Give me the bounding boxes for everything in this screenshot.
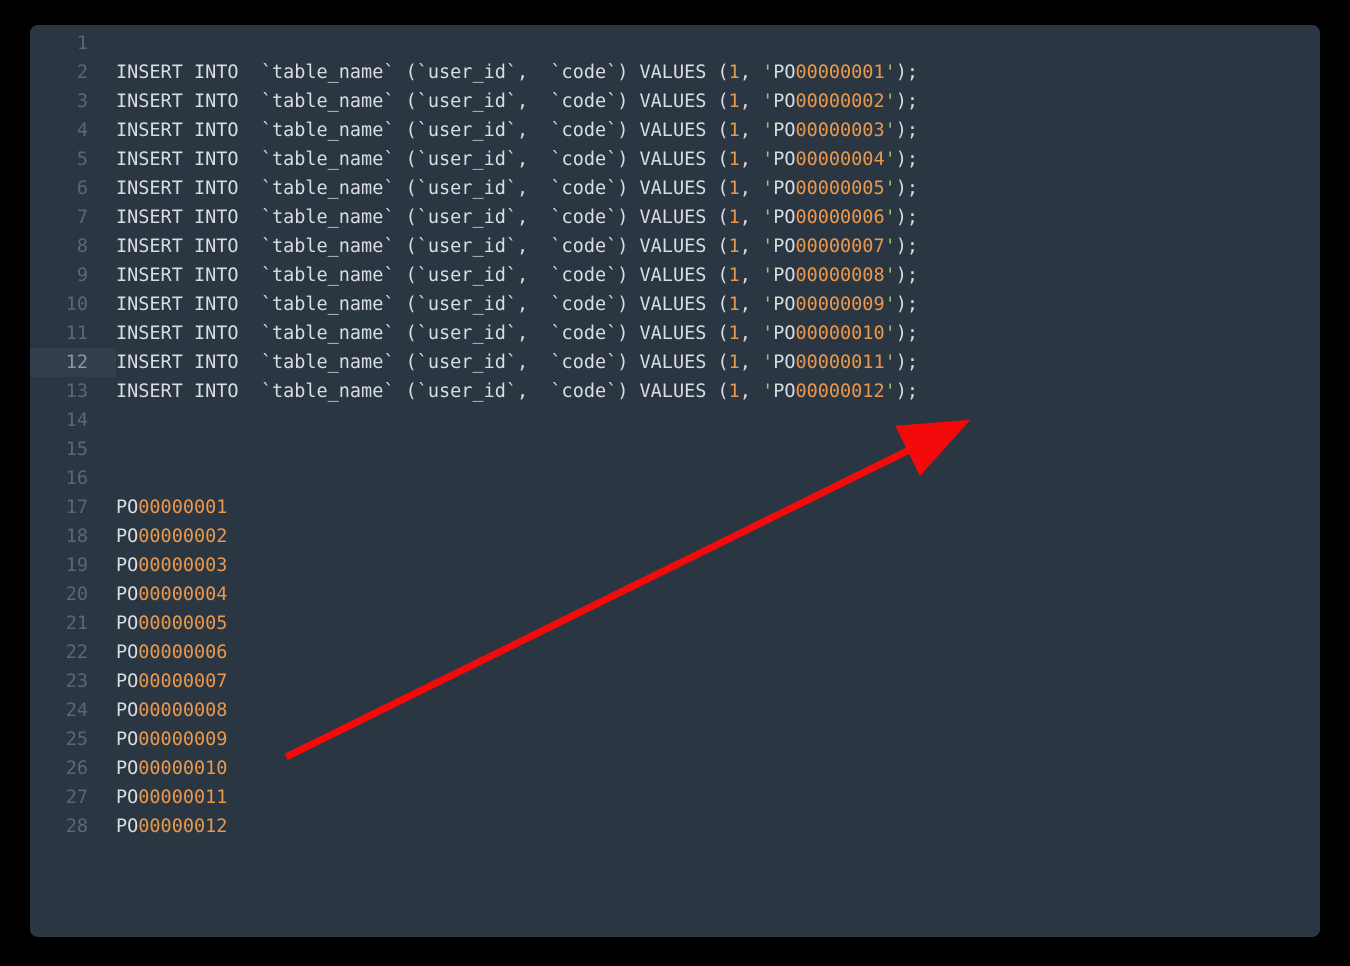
code-line[interactable]: 14 xyxy=(30,406,1320,435)
code-content[interactable]: PO00000004 xyxy=(116,580,1320,609)
line-number: 14 xyxy=(30,406,116,435)
code-line[interactable]: 20PO00000004 xyxy=(30,580,1320,609)
code-line[interactable]: 11INSERT INTO `table_name` (`user_id`, `… xyxy=(30,319,1320,348)
line-number: 20 xyxy=(30,580,116,609)
code-area[interactable]: 12INSERT INTO `table_name` (`user_id`, `… xyxy=(30,25,1320,841)
line-number: 17 xyxy=(30,493,116,522)
line-number: 9 xyxy=(30,261,116,290)
line-number: 10 xyxy=(30,290,116,319)
line-number: 21 xyxy=(30,609,116,638)
line-number: 7 xyxy=(30,203,116,232)
code-line[interactable]: 13INSERT INTO `table_name` (`user_id`, `… xyxy=(30,377,1320,406)
line-number: 2 xyxy=(30,58,116,87)
code-content[interactable]: PO00000012 xyxy=(116,812,1320,841)
line-number: 26 xyxy=(30,754,116,783)
line-number: 4 xyxy=(30,116,116,145)
code-line[interactable]: 26PO00000010 xyxy=(30,754,1320,783)
code-line[interactable]: 16 xyxy=(30,464,1320,493)
line-number: 24 xyxy=(30,696,116,725)
code-line[interactable]: 12INSERT INTO `table_name` (`user_id`, `… xyxy=(30,348,1320,377)
code-content[interactable]: INSERT INTO `table_name` (`user_id`, `co… xyxy=(116,319,1320,348)
code-editor[interactable]: 12INSERT INTO `table_name` (`user_id`, `… xyxy=(30,25,1320,937)
line-number: 23 xyxy=(30,667,116,696)
code-content[interactable]: PO00000002 xyxy=(116,522,1320,551)
line-number: 6 xyxy=(30,174,116,203)
line-number: 5 xyxy=(30,145,116,174)
code-line[interactable]: 3INSERT INTO `table_name` (`user_id`, `c… xyxy=(30,87,1320,116)
line-number: 19 xyxy=(30,551,116,580)
code-line[interactable]: 4INSERT INTO `table_name` (`user_id`, `c… xyxy=(30,116,1320,145)
code-content[interactable]: INSERT INTO `table_name` (`user_id`, `co… xyxy=(116,377,1320,406)
line-number: 15 xyxy=(30,435,116,464)
code-line[interactable]: 15 xyxy=(30,435,1320,464)
code-content[interactable]: INSERT INTO `table_name` (`user_id`, `co… xyxy=(116,290,1320,319)
code-line[interactable]: 25PO00000009 xyxy=(30,725,1320,754)
line-number: 22 xyxy=(30,638,116,667)
code-content[interactable]: PO00000006 xyxy=(116,638,1320,667)
code-content[interactable]: INSERT INTO `table_name` (`user_id`, `co… xyxy=(116,87,1320,116)
line-number: 18 xyxy=(30,522,116,551)
line-number: 3 xyxy=(30,87,116,116)
code-line[interactable]: 10INSERT INTO `table_name` (`user_id`, `… xyxy=(30,290,1320,319)
line-number: 1 xyxy=(30,29,116,58)
code-line[interactable]: 1 xyxy=(30,29,1320,58)
code-content[interactable]: PO00000005 xyxy=(116,609,1320,638)
code-content[interactable]: INSERT INTO `table_name` (`user_id`, `co… xyxy=(116,145,1320,174)
code-content[interactable]: INSERT INTO `table_name` (`user_id`, `co… xyxy=(116,348,1320,377)
code-content[interactable]: PO00000009 xyxy=(116,725,1320,754)
code-content[interactable]: INSERT INTO `table_name` (`user_id`, `co… xyxy=(116,203,1320,232)
code-content[interactable]: INSERT INTO `table_name` (`user_id`, `co… xyxy=(116,58,1320,87)
code-content[interactable]: PO00000007 xyxy=(116,667,1320,696)
code-content[interactable]: INSERT INTO `table_name` (`user_id`, `co… xyxy=(116,116,1320,145)
code-line[interactable]: 23PO00000007 xyxy=(30,667,1320,696)
code-content[interactable]: INSERT INTO `table_name` (`user_id`, `co… xyxy=(116,261,1320,290)
code-content[interactable]: PO00000010 xyxy=(116,754,1320,783)
code-content[interactable]: PO00000008 xyxy=(116,696,1320,725)
code-content[interactable]: PO00000003 xyxy=(116,551,1320,580)
line-number: 8 xyxy=(30,232,116,261)
code-line[interactable]: 8INSERT INTO `table_name` (`user_id`, `c… xyxy=(30,232,1320,261)
line-number: 16 xyxy=(30,464,116,493)
code-line[interactable]: 17PO00000001 xyxy=(30,493,1320,522)
code-line[interactable]: 9INSERT INTO `table_name` (`user_id`, `c… xyxy=(30,261,1320,290)
code-line[interactable]: 24PO00000008 xyxy=(30,696,1320,725)
line-number: 12 xyxy=(30,348,116,377)
line-number: 27 xyxy=(30,783,116,812)
code-line[interactable]: 6INSERT INTO `table_name` (`user_id`, `c… xyxy=(30,174,1320,203)
code-content[interactable]: INSERT INTO `table_name` (`user_id`, `co… xyxy=(116,174,1320,203)
code-line[interactable]: 28PO00000012 xyxy=(30,812,1320,841)
code-line[interactable]: 18PO00000002 xyxy=(30,522,1320,551)
line-number: 13 xyxy=(30,377,116,406)
code-line[interactable]: 19PO00000003 xyxy=(30,551,1320,580)
code-content[interactable]: INSERT INTO `table_name` (`user_id`, `co… xyxy=(116,232,1320,261)
code-content[interactable]: PO00000001 xyxy=(116,493,1320,522)
code-line[interactable]: 2INSERT INTO `table_name` (`user_id`, `c… xyxy=(30,58,1320,87)
line-number: 25 xyxy=(30,725,116,754)
code-line[interactable]: 7INSERT INTO `table_name` (`user_id`, `c… xyxy=(30,203,1320,232)
code-line[interactable]: 22PO00000006 xyxy=(30,638,1320,667)
code-line[interactable]: 21PO00000005 xyxy=(30,609,1320,638)
line-number: 28 xyxy=(30,812,116,841)
code-content[interactable]: PO00000011 xyxy=(116,783,1320,812)
line-number: 11 xyxy=(30,319,116,348)
code-line[interactable]: 27PO00000011 xyxy=(30,783,1320,812)
code-line[interactable]: 5INSERT INTO `table_name` (`user_id`, `c… xyxy=(30,145,1320,174)
